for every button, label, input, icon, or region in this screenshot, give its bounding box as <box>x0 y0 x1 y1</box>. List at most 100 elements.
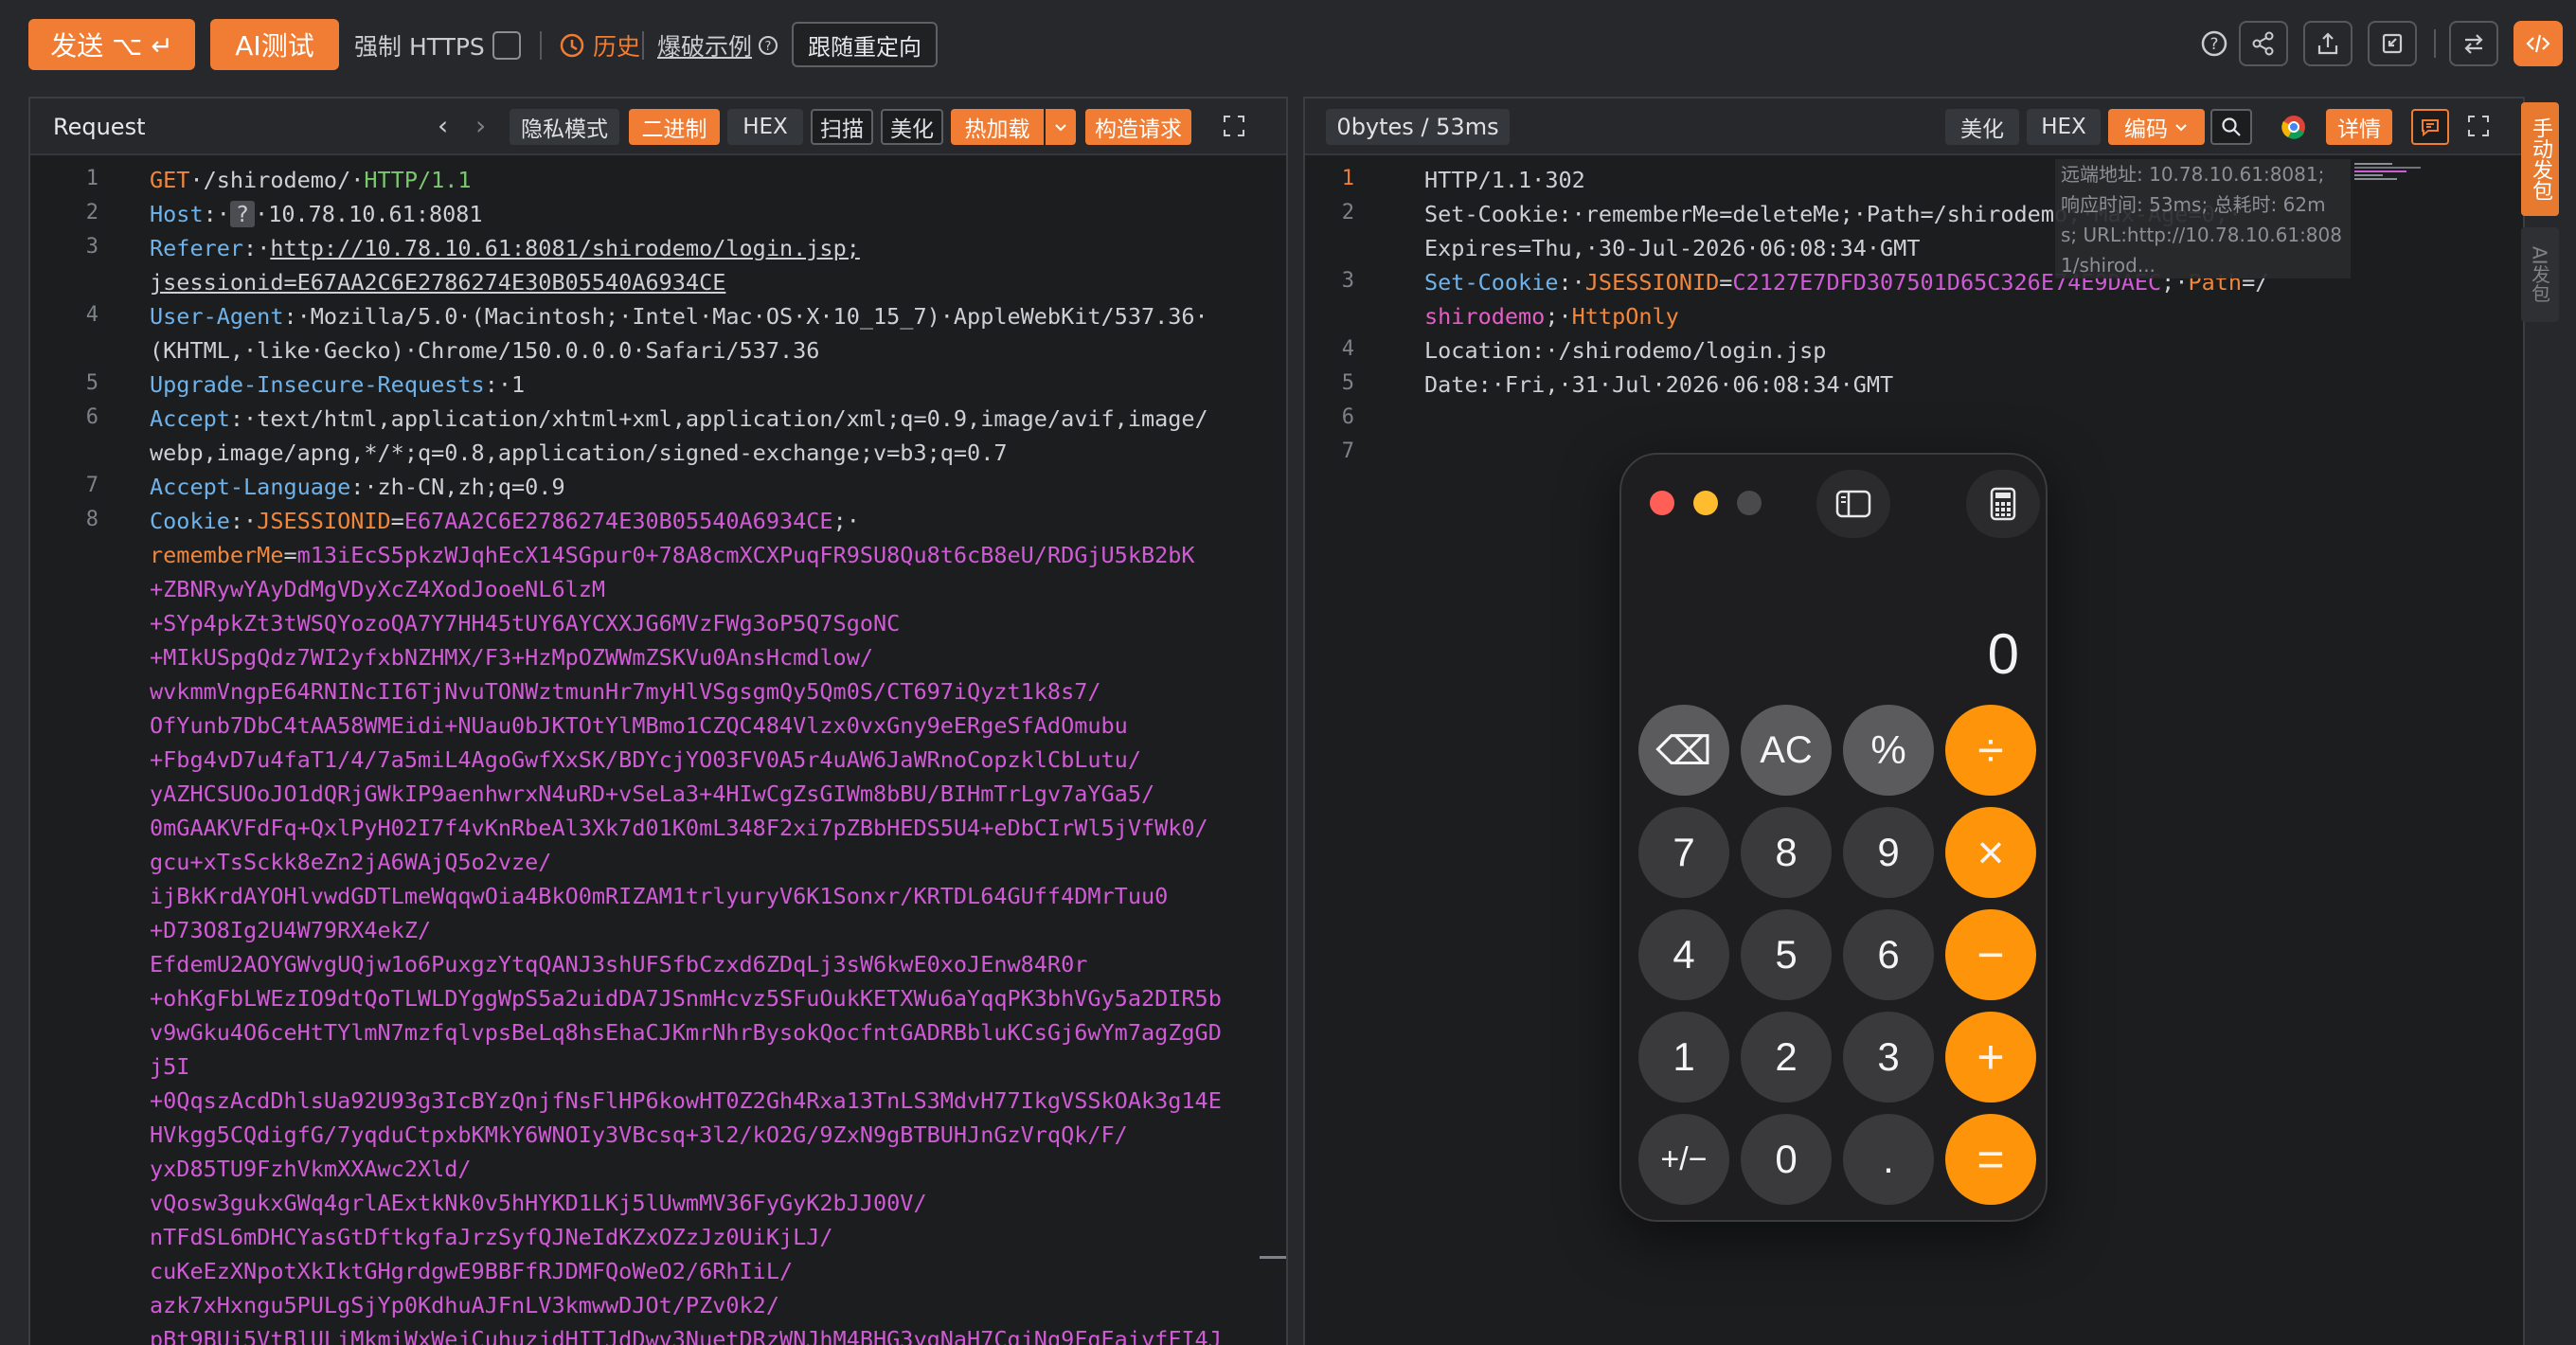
ac-key[interactable]: AC <box>1741 705 1832 796</box>
code-token: +D73O8Ig2U4W79RX4ekZ/ <box>150 917 432 943</box>
code-token: yxD85TU9FzhVkmXXAwc2Xld/ <box>150 1156 472 1182</box>
beautify-button[interactable]: 美化 <box>881 109 943 145</box>
force-https-label: 强制 HTTPS <box>354 33 485 61</box>
sidebar-toggle-icon[interactable] <box>1816 470 1890 538</box>
code-line: wvkmmVngpE64RNINcII6TjNvuTONWztmunHr7myH… <box>150 674 1101 708</box>
code-token: rememberMe <box>150 542 284 568</box>
prev-arrow-icon[interactable]: ‹ <box>438 110 448 141</box>
divide-key[interactable]: ÷ <box>1945 705 2036 796</box>
code-token: pBt9BUj5VtBlULiMkmiWxWejCuhuzjdHITJdDwv3… <box>150 1326 1222 1345</box>
code-token: +SYp4pkZt3tWSQYozoQA7Y7HH45tUY6AYCXXJG6M… <box>150 610 901 637</box>
line-number: 1 <box>1341 167 1354 190</box>
follow-redirect-button[interactable]: 跟随重定向 <box>792 22 938 67</box>
code-token: :· <box>229 508 258 534</box>
backspace-key[interactable]: ⌫ <box>1638 705 1729 796</box>
multiply-key[interactable]: × <box>1945 807 2036 898</box>
code-token: Accept-Language <box>150 474 351 500</box>
beautify-button[interactable]: 美化 <box>1945 109 2019 145</box>
next-arrow-icon[interactable]: › <box>475 110 486 141</box>
export-icon[interactable] <box>2303 21 2352 66</box>
code-token: User-Agent <box>150 303 284 330</box>
decimal-key[interactable]: . <box>1843 1114 1934 1205</box>
ai-test-button[interactable]: AI测试 <box>210 19 339 70</box>
import-icon[interactable] <box>2368 21 2417 66</box>
calculator-mode-icon[interactable] <box>1966 470 2040 538</box>
minus-key[interactable]: − <box>1945 909 2036 1000</box>
key-5[interactable]: 5 <box>1741 909 1832 1000</box>
key-2[interactable]: 2 <box>1741 1012 1832 1103</box>
line-number: 2 <box>1341 201 1354 224</box>
swap-icon[interactable] <box>2449 21 2498 66</box>
code-token: m13iEcS5pkzWJqhEcX14SGpur0+78A8cmXCXPuqF… <box>296 542 1195 568</box>
key-6[interactable]: 6 <box>1843 909 1934 1000</box>
zoom-button[interactable] <box>1737 491 1762 515</box>
hex-button[interactable]: HEX <box>727 109 803 145</box>
key-3[interactable]: 3 <box>1843 1012 1934 1103</box>
scrollbar-thumb[interactable] <box>1260 1256 1286 1259</box>
code-view-icon[interactable] <box>2513 21 2563 66</box>
code-token: :·text/html,application/xhtml+xml,applic… <box>229 405 1208 432</box>
code-token: :· <box>243 235 271 261</box>
ai-send-tab[interactable]: AI发包 <box>2521 227 2559 322</box>
code-line: Host:·? ·10.78.10.61:8081 <box>150 197 483 231</box>
close-button[interactable] <box>1650 491 1674 515</box>
brute-example-link[interactable]: 爆破示例 ? <box>657 27 778 64</box>
key-1[interactable]: 1 <box>1638 1012 1729 1103</box>
code-token: HttpOnly <box>1571 303 1679 330</box>
code-token: shirodemo <box>1424 303 1546 330</box>
code-token: v9wGku4O6ceHtTYlmN7mzfqlvpsBeLq8hsEhaCJK… <box>150 1019 1222 1046</box>
manual-send-tab[interactable]: 手动发包 <box>2521 102 2559 216</box>
code-token: Upgrade-Insecure-Requests <box>150 371 485 398</box>
search-icon[interactable] <box>2210 109 2252 145</box>
code-token: ·/shirodemo/· <box>189 167 365 193</box>
key-7[interactable]: 7 <box>1638 807 1729 898</box>
minimize-button[interactable] <box>1693 491 1718 515</box>
percent-key[interactable]: % <box>1843 705 1934 796</box>
code-token: HVkgg5CQdigfG/7yqduCtpxbKMkY6WNOIy3VBcsq… <box>150 1121 1128 1148</box>
build-request-button[interactable]: 构造请求 <box>1085 109 1191 145</box>
chrome-icon[interactable] <box>2281 114 2307 144</box>
svg-text:?: ? <box>765 40 772 54</box>
help-icon[interactable]: ? <box>2199 28 2229 63</box>
code-line: +ohKgFbLWEzIO9dtQoTLWLDYggWpS5a2uidDA7JS… <box>150 981 1222 1015</box>
scan-button[interactable]: 扫描 <box>811 109 873 145</box>
force-https-checkbox[interactable] <box>492 31 521 60</box>
code-token: ;· <box>1545 303 1572 330</box>
request-editor[interactable]: 1 GET·/shirodemo/·HTTP/1.1 2 Host:·? ·10.78.… <box>30 157 1286 1345</box>
code-line: nTFdSL6mDHCYasGtDftkgfaJrzSyfQJNeIdKZxOZ… <box>150 1220 833 1254</box>
hex-button[interactable]: HEX <box>2027 109 2101 145</box>
code-line: HTTP/1.1·302 <box>1424 163 1585 197</box>
minimap[interactable] <box>2354 161 2430 189</box>
send-button[interactable]: 发送 ⌥ ↵ <box>28 19 195 70</box>
code-token: ·10.78.10.61:8081 <box>255 201 483 227</box>
encoding-button[interactable]: 编码 <box>2108 109 2205 145</box>
code-token: +0QqszAcdDhlsUa92U93g3IcBYzQnjfNsFlHP6ko… <box>150 1087 1222 1114</box>
request-panel: Request ‹ › 隐私模式 二进制 HEX 扫描 美化 热加载 构造请求 … <box>28 97 1288 1345</box>
privacy-mode-button[interactable]: 隐私模式 <box>510 109 619 145</box>
expand-icon[interactable] <box>1222 114 1246 142</box>
key-8[interactable]: 8 <box>1741 807 1832 898</box>
code-line: Location:·/shirodemo/login.jsp <box>1424 333 1826 368</box>
hot-load-dropdown[interactable] <box>1046 109 1076 145</box>
share-icon[interactable] <box>2239 21 2288 66</box>
code-token: Host <box>150 201 204 227</box>
code-line: rememberMe=m13iEcS5pkzWJqhEcX14SGpur0+78… <box>150 538 1195 572</box>
hot-load-button[interactable]: 热加载 <box>951 109 1044 145</box>
code-line: EfdemU2AOYGWvgUQjw1o6PuxgzYtqQANJ3shUFSf… <box>150 947 1087 981</box>
line-number: 5 <box>1341 371 1354 395</box>
code-token: ? <box>229 201 256 227</box>
code-line: +ZBNRywYAyDdMgVDyXcZ4XodJooeNL6lzM <box>150 572 605 606</box>
key-4[interactable]: 4 <box>1638 909 1729 1000</box>
plus-key[interactable]: + <box>1945 1012 2036 1103</box>
key-9[interactable]: 9 <box>1843 807 1934 898</box>
equals-key[interactable]: = <box>1945 1114 2036 1205</box>
key-0[interactable]: 0 <box>1741 1114 1832 1205</box>
line-number: 1 <box>85 167 98 190</box>
code-token: +Fbg4vD7u4faT1/4/7a5miL4AgoGwfXxSK/BDYcj… <box>150 746 1141 773</box>
sign-toggle-key[interactable]: +/− <box>1638 1114 1729 1205</box>
details-button[interactable]: 详情 <box>2326 109 2392 145</box>
history-button[interactable]: 历史 <box>559 27 640 64</box>
expand-icon[interactable] <box>2466 114 2491 142</box>
comment-icon[interactable] <box>2411 109 2449 145</box>
binary-button[interactable]: 二进制 <box>629 109 720 145</box>
